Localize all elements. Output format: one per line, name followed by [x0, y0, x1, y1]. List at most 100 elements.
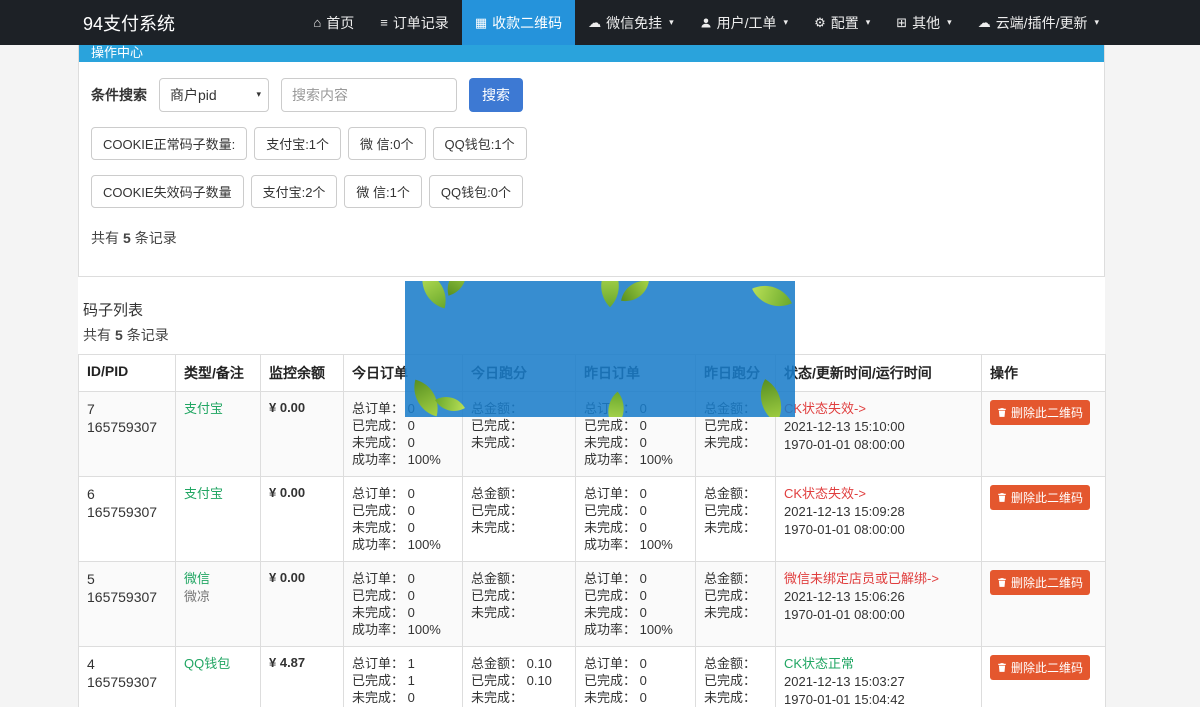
stat-line: 总订单： 0 — [584, 655, 687, 672]
alipay-invalid-count-badge[interactable]: 支付宝:2个 — [251, 175, 338, 208]
row-run-time: 1970-01-01 08:00:00 — [784, 606, 973, 624]
nav-order-records[interactable]: ≡ 订单记录 — [367, 0, 462, 45]
stat-line: 未完成： — [704, 604, 767, 621]
row-update-time: 2021-12-13 15:03:27 — [784, 673, 973, 691]
trash-icon — [997, 492, 1007, 503]
cookie-invalid-stats-row: COOKIE失效码子数量 支付宝:2个 微 信:1个 QQ钱包:0个 — [91, 175, 1092, 208]
nav-users-tickets[interactable]: 用户/工单 ▾ — [687, 0, 801, 45]
nav-home[interactable]: ⌂ 首页 — [300, 0, 367, 45]
top-navbar: 94支付系统 ⌂ 首页 ≡ 订单记录 ▦ 收款二维码 ☁ 微信免挂 ▾ 用户/工… — [0, 0, 1200, 45]
delete-qrcode-button[interactable]: 删除此二维码 — [990, 485, 1090, 510]
nav-other-label: 其他 — [912, 13, 940, 33]
cell-balance: ¥ 0.00 — [261, 477, 344, 562]
stat-line: 未完成： 0 — [352, 604, 454, 621]
stat-line: 未完成： — [704, 689, 767, 706]
stat-line: 未完成： — [471, 519, 567, 536]
stat-line: 成功率： 100% — [352, 621, 454, 638]
stat-line: 未完成： — [471, 689, 567, 706]
brand-title[interactable]: 94支付系统 — [83, 0, 175, 45]
cell-yesterday-score: 总金额：已完成：未完成： — [696, 562, 776, 647]
row-balance: ¥ 0.00 — [269, 570, 305, 585]
list-count-value: 5 — [115, 327, 123, 343]
stat-line: 已完成： 0 — [584, 417, 687, 434]
panel-header-title: 操作中心 — [91, 45, 1092, 61]
qq-wallet-valid-count-badge[interactable]: QQ钱包:1个 — [433, 127, 527, 160]
stat-line: 成功率： 100% — [584, 536, 687, 553]
stat-line: 已完成： 0 — [352, 587, 454, 604]
nav-cloud-plugins-label: 云端/插件/更新 — [996, 13, 1088, 33]
row-status: CK状态正常 — [784, 655, 973, 673]
alipay-valid-count-badge[interactable]: 支付宝:1个 — [254, 127, 341, 160]
table-row: 5 165759307 微信 微凉 ¥ 0.00 总订单： 0已完成： 0未完成… — [79, 562, 1106, 647]
stat-line: 成功率： 100% — [584, 621, 687, 638]
stat-line: 成功率： 100% — [584, 451, 687, 468]
cell-status-times: CK状态失效-> 2021-12-13 15:09:28 1970-01-01 … — [776, 477, 982, 562]
cell-type-note: 支付宝 — [176, 392, 261, 477]
cookie-invalid-title-badge[interactable]: COOKIE失效码子数量 — [91, 175, 244, 208]
row-status: 微信未绑定店员或已解绑-> — [784, 570, 973, 588]
panel-record-count: 共有5条记录 — [91, 228, 1092, 248]
column-header-type-note: 类型/备注 — [176, 355, 261, 392]
operation-center-panel: 操作中心 条件搜索 商户pid ▾ 搜索 COOKIE正常码子数量: 支付宝:1… — [78, 45, 1105, 277]
stat-line: 总金额： — [471, 570, 567, 587]
cell-today-orders: 总订单： 1已完成： 1未完成： 0成功率： 100% — [344, 647, 463, 707]
stat-line: 总订单： 0 — [352, 570, 454, 587]
search-form: 条件搜索 商户pid ▾ 搜索 — [91, 78, 1092, 112]
stat-line: 已完成： 0 — [352, 417, 454, 434]
delete-qrcode-button[interactable]: 删除此二维码 — [990, 400, 1090, 425]
gift-icon: ⊞ — [896, 16, 907, 29]
row-balance: ¥ 0.00 — [269, 400, 305, 415]
cell-balance: ¥ 0.00 — [261, 392, 344, 477]
panel-body: 条件搜索 商户pid ▾ 搜索 COOKIE正常码子数量: 支付宝:1个 微 信… — [79, 62, 1104, 276]
search-type-select-wrap: 商户pid ▾ — [159, 78, 269, 112]
search-input[interactable] — [281, 78, 457, 112]
cell-id-pid: 4 165759307 — [79, 647, 176, 707]
trash-icon — [997, 407, 1007, 418]
row-status: CK状态失效-> — [784, 485, 973, 503]
delete-qrcode-button-label: 删除此二维码 — [1011, 489, 1083, 506]
wechat-invalid-count-badge[interactable]: 微 信:1个 — [344, 175, 421, 208]
search-type-select[interactable]: 商户pid — [159, 78, 269, 112]
cell-actions: 删除此二维码 — [982, 562, 1106, 647]
row-type: QQ钱包 — [184, 655, 252, 673]
cell-today-score: 总金额：已完成：未完成： — [463, 562, 576, 647]
nav-cloud-plugins[interactable]: ☁ 云端/插件/更新 ▾ — [965, 0, 1112, 45]
nav-other[interactable]: ⊞ 其他 ▾ — [883, 0, 964, 45]
qq-wallet-invalid-count-badge[interactable]: QQ钱包:0个 — [429, 175, 523, 208]
stat-line: 已完成： — [704, 502, 767, 519]
list-count-prefix: 共有 — [83, 327, 111, 343]
wechat-valid-count-badge[interactable]: 微 信:0个 — [348, 127, 425, 160]
user-icon — [700, 17, 712, 29]
cell-today-score: 总金额： 0.10已完成： 0.10未完成： — [463, 647, 576, 707]
qrcode-table-body: 7 165759307 支付宝 ¥ 0.00 总订单： 0已完成： 0未完成： … — [79, 392, 1106, 707]
stat-line: 未完成： — [704, 434, 767, 451]
search-form-label: 条件搜索 — [91, 85, 147, 105]
nav-qrcode[interactable]: ▦ 收款二维码 — [462, 0, 575, 45]
column-header-id-pid: ID/PID — [79, 355, 176, 392]
list-count-suffix: 条记录 — [127, 327, 169, 343]
nav-config[interactable]: ⚙ 配置 ▾ — [801, 0, 883, 45]
stat-line: 已完成： 0 — [584, 672, 687, 689]
cookie-valid-title-badge[interactable]: COOKIE正常码子数量: — [91, 127, 247, 160]
row-pid: 165759307 — [87, 588, 167, 606]
cell-actions: 删除此二维码 — [982, 477, 1106, 562]
stat-line: 未完成： — [471, 604, 567, 621]
leaf-decoration — [749, 379, 793, 417]
leaf-decoration — [621, 281, 649, 305]
stat-line: 未完成： 0 — [584, 434, 687, 451]
record-count-value: 5 — [123, 230, 131, 246]
delete-qrcode-button[interactable]: 删除此二维码 — [990, 570, 1090, 595]
stat-line: 总金额： — [704, 570, 767, 587]
search-button[interactable]: 搜索 — [469, 78, 523, 112]
cell-id-pid: 7 165759307 — [79, 392, 176, 477]
nav-wechat-nohang[interactable]: ☁ 微信免挂 ▾ — [575, 0, 687, 45]
column-header-status-times: 状态/更新时间/运行时间 — [776, 355, 982, 392]
list-icon: ≡ — [380, 16, 388, 29]
delete-qrcode-button[interactable]: 删除此二维码 — [990, 655, 1090, 680]
row-run-time: 1970-01-01 08:00:00 — [784, 521, 973, 539]
row-type: 支付宝 — [184, 485, 252, 503]
cloud-icon: ☁ — [978, 16, 991, 29]
stat-line: 成功率： 100% — [352, 536, 454, 553]
row-update-time: 2021-12-13 15:06:26 — [784, 588, 973, 606]
nav-config-label: 配置 — [831, 13, 859, 33]
